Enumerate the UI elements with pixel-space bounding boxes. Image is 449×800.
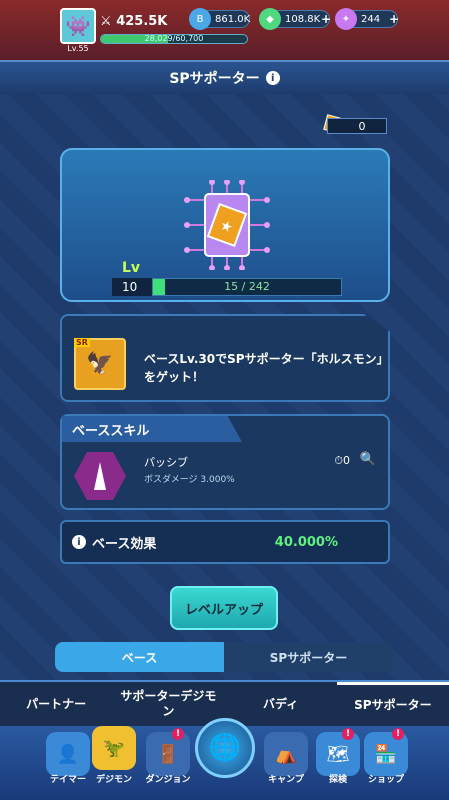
base-effect: i ベース効果 40.000% <box>60 520 390 564</box>
skill-icon[interactable] <box>74 452 126 500</box>
nav-label-camp: キャンプ <box>268 775 304 785</box>
mission-text: ベースLv.30でSPサポーター「ホルスモン」をゲット！ <box>144 352 383 384</box>
effect-label: ベース効果 <box>92 536 157 552</box>
exp-text: 28,029/60,700 <box>144 34 204 43</box>
timer-icon: ⏱ <box>334 454 343 467</box>
plus-icon[interactable]: + <box>321 12 331 26</box>
globe-icon[interactable]: 🌐 <box>195 718 255 778</box>
bits-value: 861.0K <box>215 13 251 25</box>
tab-buddy[interactable]: バディ <box>225 682 337 726</box>
nav-label-digimon: デジモン <box>95 775 132 785</box>
tamer-icon[interactable]: 👤 <box>46 732 90 776</box>
base-skill-box: ベーススキル パッシブ ボスダメージ 3.000% ⏱0 🔍 <box>60 414 390 510</box>
mission-card[interactable]: 🦅 SR ベースLv.30でSPサポーター「ホルスモン」をゲット！ <box>60 314 390 402</box>
skill-name: パッシブ <box>144 456 188 469</box>
tab-sp-supporter[interactable]: SPサポーター <box>224 642 393 672</box>
tab-supporter-digimon[interactable]: サポーターデジモン <box>112 682 224 726</box>
stone-icon: ✦ <box>335 8 357 30</box>
main-nav: 👤 テイマー 🦖 デジモン 🚪 ! ダンジョン 🌐 ⛺ キャンプ 🗺 ! 探検 … <box>0 718 449 800</box>
avatar[interactable]: 👾 <box>60 8 96 44</box>
effect-label-wrap: i ベース効果 <box>72 533 156 552</box>
dungeon-icon[interactable]: 🚪 <box>146 732 190 776</box>
timer: ⏱0 <box>334 454 350 468</box>
obelisk-icon <box>94 462 106 490</box>
sr-badge: SR <box>74 338 90 347</box>
chip-box: ★ Lv 10 15 / 242 <box>60 148 390 302</box>
exp-bar: 28,029/60,700 <box>100 34 248 44</box>
chip-progress-text: 15 / 242 <box>224 280 270 293</box>
chip-icon: ★ <box>184 180 270 270</box>
notification-badge: ! <box>172 728 184 740</box>
tab-base[interactable]: ベース <box>55 642 224 672</box>
digimon-icon[interactable]: 🦖 <box>92 726 136 770</box>
search-icon[interactable]: 🔍 <box>360 452 376 467</box>
chip-level: 10 <box>112 278 152 296</box>
info-icon[interactable]: i <box>72 535 86 549</box>
stones-value: 244 <box>361 13 381 25</box>
notification-badge: ! <box>342 728 354 740</box>
skill-desc: ボスダメージ 3.000% <box>144 475 235 485</box>
power-value: ⚔ 425.5K <box>100 14 168 29</box>
info-icon[interactable]: i <box>265 71 280 85</box>
tab-sp-supporter-bottom[interactable]: SPサポーター <box>336 682 449 726</box>
gems-value: 108.8K <box>285 13 321 25</box>
effect-value: 40.000% <box>274 534 338 550</box>
player-level: Lv.55 <box>67 44 89 53</box>
nav-label-dungeon: ダンジョン <box>145 775 191 785</box>
tab-partner[interactable]: パートナー <box>0 682 112 726</box>
power-text: 425.5K <box>116 14 168 29</box>
notification-badge: ! <box>392 728 404 740</box>
level-up-button[interactable]: レベルアップ <box>170 586 278 630</box>
top-bar: 👾 Lv.55 ⚔ 425.5K 28,029/60,700 B 861.0K … <box>0 0 449 60</box>
card-count: 0 <box>327 118 387 134</box>
panel-title: SPサポーター <box>169 71 260 87</box>
nav-label-shop: ショップ <box>367 775 404 785</box>
sub-tabs: ベース SPサポーター <box>55 642 393 672</box>
currency-bits[interactable]: B 861.0K <box>189 8 251 30</box>
gem-icon: ◆ <box>259 8 281 30</box>
explore-icon[interactable]: 🗺 <box>316 732 360 776</box>
bits-icon: B <box>189 8 211 30</box>
timer-value: 0 <box>343 454 350 467</box>
plus-icon[interactable]: + <box>389 12 399 26</box>
chip-progress-bar: 15 / 242 <box>152 278 342 296</box>
skill-header: ベーススキル <box>62 416 242 442</box>
panel-header: SPサポーター i <box>0 62 449 94</box>
camp-icon[interactable]: ⛺ <box>264 732 308 776</box>
currency-stones[interactable]: ✦ 244 + <box>335 8 399 30</box>
lv-label: Lv <box>122 260 141 276</box>
currency-gems[interactable]: ◆ 108.8K + <box>259 8 331 30</box>
